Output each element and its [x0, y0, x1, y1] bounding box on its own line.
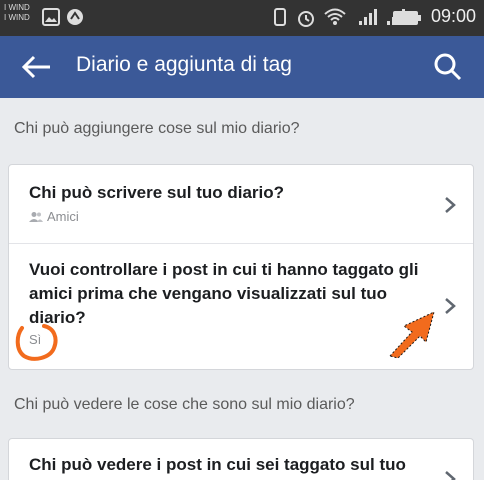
page-title: Diario e aggiunta di tag	[76, 53, 292, 76]
battery-icon	[393, 11, 421, 25]
setting-value: Sì	[29, 332, 433, 347]
app-notification-icon	[67, 9, 83, 25]
alarm-icon	[298, 11, 314, 27]
setting-title: Chi può vedere i post in cui sei taggato…	[29, 455, 406, 474]
setting-title: Chi può scrivere sul tuo diario?	[29, 183, 285, 202]
image-notification-icon	[42, 8, 60, 26]
status-bar: I WIND I WIND 09:00	[0, 0, 484, 36]
carrier-1: I WIND	[4, 3, 30, 12]
chevron-right-icon	[445, 471, 456, 480]
clock: 09:00	[430, 6, 476, 26]
carrier-labels: I WIND I WIND	[4, 3, 30, 23]
annotation-circle	[15, 324, 58, 361]
chevron-right-icon	[445, 197, 456, 213]
setting-title-line-2: amici prima che vengano visualizzati sul…	[29, 284, 388, 303]
vibrate-icon	[274, 8, 286, 26]
section-title-view-timeline: Chi può vedere le cose che sono sul mio …	[14, 396, 355, 413]
setting-title-line-1: Vuoi controllare i post in cui ti hanno …	[29, 260, 419, 279]
setting-title-line-3: diario?	[29, 308, 86, 327]
setting-value-text: Amici	[47, 209, 79, 224]
arrow-left-icon[interactable]	[20, 52, 54, 82]
signal-1-icon	[359, 9, 377, 25]
annotation-arrow-icon	[389, 311, 435, 359]
setting-row-who-can-see-tagged[interactable]: Chi può vedere i post in cui sei taggato…	[9, 439, 473, 480]
section-title-add-to-timeline: Chi può aggiungere cose sul mio diario?	[14, 120, 300, 137]
carrier-2: I WIND	[4, 13, 30, 22]
friends-icon	[29, 211, 43, 222]
setting-value: Amici	[29, 209, 433, 224]
settings-card-view-timeline: Chi può vedere i post in cui sei taggato…	[8, 438, 474, 480]
wifi-icon	[324, 8, 346, 25]
search-icon[interactable]	[432, 51, 464, 83]
setting-row-who-can-post[interactable]: Chi può scrivere sul tuo diario? Amici	[9, 165, 473, 243]
app-bar: Diario e aggiunta di tag	[0, 36, 484, 98]
